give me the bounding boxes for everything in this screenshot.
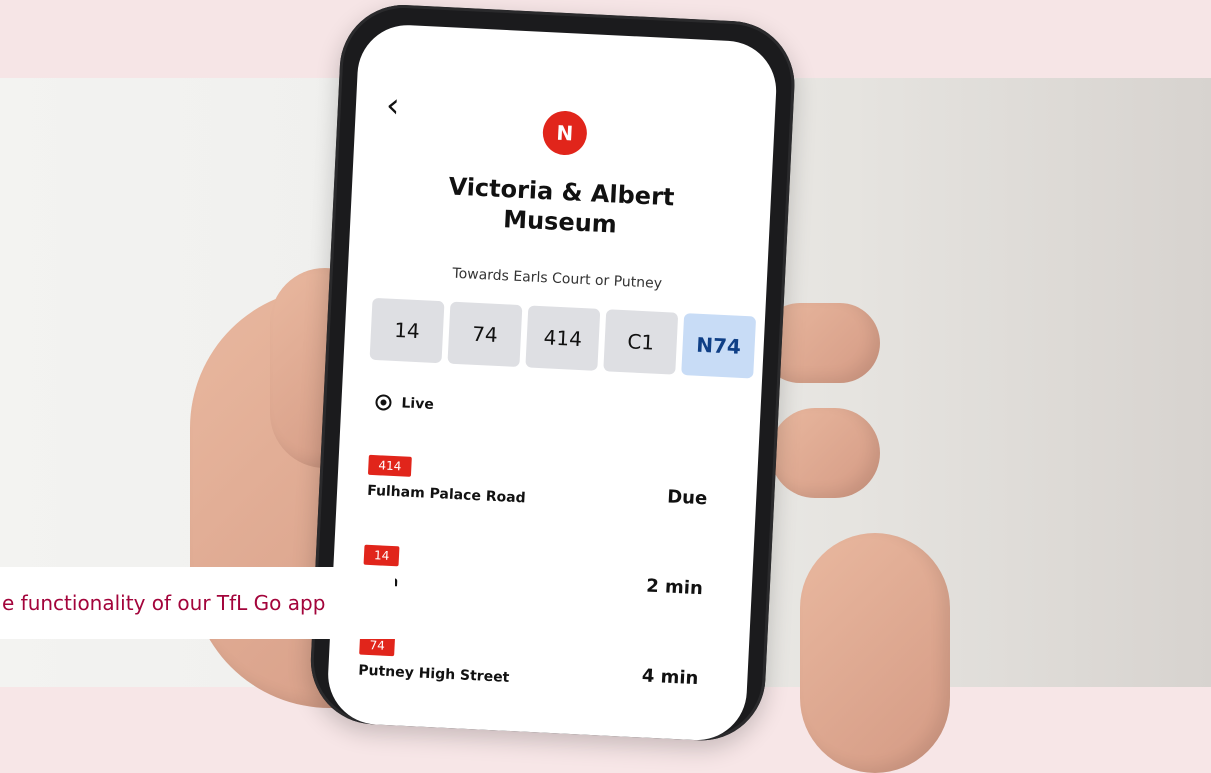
- radio-selected-icon: [375, 394, 392, 411]
- back-arrow-icon[interactable]: ‹: [385, 85, 401, 126]
- arrival-row[interactable]: 74 Putney High Street 4 min: [357, 634, 700, 715]
- arrival-destination: Fulham Palace Road: [366, 482, 526, 507]
- route-chip-74[interactable]: 74: [447, 301, 523, 368]
- caption-text: e functionality of our TfL Go app: [2, 591, 326, 615]
- arrival-eta: Due: [666, 486, 708, 510]
- route-chip-c1[interactable]: C1: [603, 309, 679, 375]
- hand-thumb: [800, 533, 950, 773]
- arrival-eta: 2 min: [645, 575, 704, 600]
- route-chip-414[interactable]: 414: [525, 305, 601, 371]
- route-chip-n74[interactable]: N74: [681, 313, 757, 379]
- live-label: Live: [401, 395, 435, 413]
- caption-banner: e functionality of our TfL Go app: [0, 567, 395, 639]
- stop-title: Victoria & Albert Museum: [350, 167, 771, 247]
- route-filter-bar: 14 74 414 C1 N74: [369, 297, 757, 379]
- direction-subtitle: Towards Earls Court or Putney: [452, 265, 663, 292]
- live-toggle[interactable]: Live: [375, 394, 434, 413]
- route-tag: 414: [367, 454, 412, 477]
- arrival-row[interactable]: 414 Fulham Palace Road Due: [366, 454, 709, 535]
- hand-finger: [770, 408, 880, 498]
- route-tag: 14: [363, 544, 400, 567]
- night-bus-badge-icon: N: [541, 109, 588, 157]
- arrival-eta: 4 min: [641, 665, 699, 690]
- arrival-row[interactable]: 14 eath 2 min: [361, 544, 704, 625]
- route-chip-14[interactable]: 14: [369, 297, 445, 364]
